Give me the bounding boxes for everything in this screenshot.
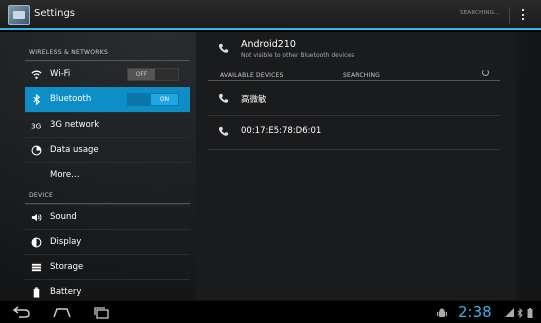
sidebar-item-wifi[interactable]: Wi-Fi OFF <box>25 61 190 86</box>
phone-icon <box>218 43 229 53</box>
settings-headers-list: WIRELESS & NETWORKS Wi-Fi OFF Bluetooth … <box>25 32 190 300</box>
action-bar: Settings SEARCHING... <box>0 0 541 30</box>
sidebar-item-bluetooth[interactable]: Bluetooth ON <box>25 87 190 112</box>
device-name: 00:17:E5:78:D6:01 <box>241 126 322 136</box>
sidebar-item-label: Bluetooth <box>50 94 92 104</box>
sidebar-item-storage[interactable]: Storage <box>25 254 190 279</box>
sidebar-item-label: Sound <box>50 212 77 222</box>
phone-icon <box>218 126 229 136</box>
network-icon: 3G <box>31 121 42 130</box>
bluetooth-icon <box>33 94 41 105</box>
searching-header: SEARCHING <box>343 72 380 79</box>
data-usage-icon <box>31 145 42 156</box>
android-debug-icon <box>437 308 447 317</box>
sidebar-item-label: More… <box>50 170 80 180</box>
battery-status-icon <box>527 308 533 318</box>
speaker-icon <box>31 213 42 222</box>
display-icon <box>31 237 42 248</box>
sidebar-item-label: Battery <box>50 287 82 297</box>
device-row[interactable]: 高微敏 <box>208 81 500 115</box>
settings-app-icon[interactable] <box>8 5 30 25</box>
overflow-menu-icon[interactable] <box>522 9 525 22</box>
status-clock: 2:38 <box>458 303 492 321</box>
phone-icon <box>218 93 229 103</box>
sidebar-item-data-usage[interactable]: Data usage <box>25 137 190 162</box>
home-icon[interactable] <box>52 306 72 319</box>
sidebar-item-sound[interactable]: Sound <box>25 204 190 229</box>
app-title: Settings <box>34 8 76 19</box>
signal-icon <box>505 308 514 317</box>
device-name: 高微敏 <box>241 95 267 105</box>
available-devices-header: AVAILABLE DEVICES <box>220 72 284 79</box>
bluetooth-status-icon <box>517 308 523 318</box>
sidebar-item-label: Wi-Fi <box>50 69 71 79</box>
section-header-device: DEVICE <box>29 192 54 199</box>
back-icon[interactable] <box>12 306 32 319</box>
row-divider <box>208 149 500 150</box>
toggle-state: OFF <box>128 69 155 80</box>
device-row[interactable]: 00:17:E5:78:D6:01 <box>208 116 500 149</box>
bluetooth-toggle[interactable]: ON <box>127 93 179 106</box>
svg-text:3G: 3G <box>31 121 42 130</box>
toggle-state: ON <box>151 94 178 105</box>
searching-spinner-icon <box>482 69 489 76</box>
system-bar: 2:38 <box>0 300 541 323</box>
sidebar-item-label: Storage <box>50 262 84 272</box>
local-device-name[interactable]: Android210 <box>241 39 296 50</box>
recent-apps-icon[interactable] <box>92 306 112 319</box>
bluetooth-detail-pane: Android210 Not visible to other Bluetoot… <box>196 32 516 300</box>
local-device-visibility: Not visible to other Bluetooth devices <box>241 52 355 59</box>
sidebar-item-display[interactable]: Display <box>25 229 190 254</box>
sidebar-item-label: Display <box>50 237 82 247</box>
sidebar-item-label: 3G network <box>50 120 100 130</box>
storage-icon <box>31 263 42 272</box>
search-for-devices-button[interactable]: SEARCHING... <box>460 10 500 16</box>
action-divider <box>509 7 510 24</box>
sidebar-item-label: Data usage <box>50 145 99 155</box>
sidebar-item-more[interactable]: More… <box>25 162 190 187</box>
battery-icon <box>33 287 40 298</box>
sidebar-item-3g-network[interactable]: 3G 3G network <box>25 112 190 137</box>
wifi-icon <box>31 70 42 79</box>
section-header-wireless: WIRELESS & NETWORKS <box>29 49 109 56</box>
wifi-toggle[interactable]: OFF <box>127 68 179 81</box>
